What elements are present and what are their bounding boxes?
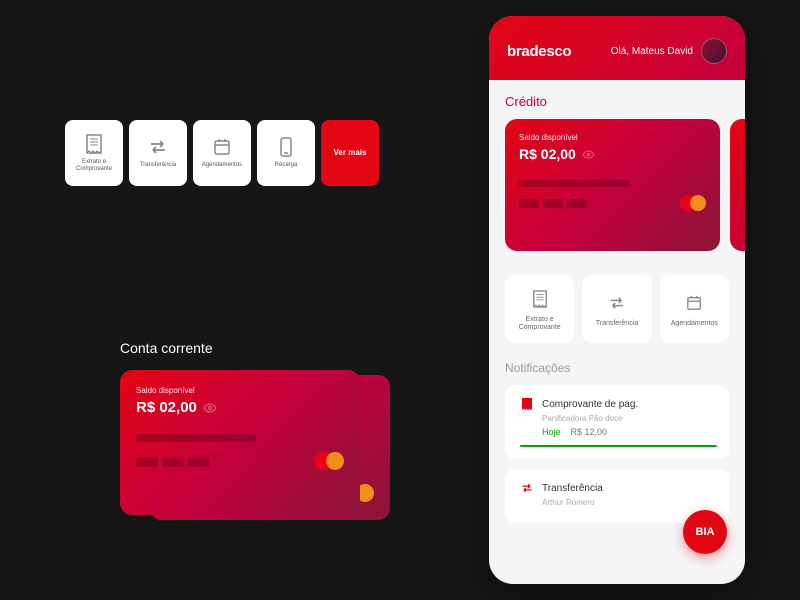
notifications-title: Notificações bbox=[505, 361, 729, 375]
action-label: Transferência bbox=[596, 320, 639, 328]
app-header: bradesco Olá, Mateus David bbox=[489, 16, 745, 80]
mastercard-icon bbox=[314, 452, 344, 472]
action-transferencia[interactable]: Transferência bbox=[129, 120, 187, 186]
notification-amount: R$ 12,00 bbox=[571, 427, 608, 437]
action-label: Extrato e Comprovante bbox=[67, 159, 121, 173]
action-label: Extrato e Comprovante bbox=[509, 316, 570, 333]
action-extrato[interactable]: Extrato e Comprovante bbox=[505, 275, 574, 343]
action-agendamentos[interactable]: Agendamentos bbox=[193, 120, 251, 186]
balance-amount: R$ 02,00 bbox=[136, 399, 197, 416]
receipt-icon bbox=[529, 288, 551, 310]
notification-subtitle: Panificadora Pão doce bbox=[542, 414, 717, 423]
bia-fab-button[interactable]: BIA bbox=[683, 510, 727, 554]
action-agendamentos[interactable]: Agendamentos bbox=[660, 275, 729, 343]
card-carousel[interactable]: Saldo disponível R$ 02,00 bbox=[505, 119, 729, 259]
calendar-icon bbox=[683, 292, 705, 314]
section-title: Conta corrente bbox=[120, 340, 410, 356]
action-transferencia[interactable]: Transferência bbox=[582, 275, 651, 343]
card-stack: Saldo disponível R$ 02,00 bbox=[120, 370, 410, 520]
mastercard-icon bbox=[680, 195, 706, 212]
balance-label: Saldo disponível bbox=[136, 386, 344, 395]
quick-action-row: Extrato e Comprovante Transferência Agen… bbox=[65, 120, 379, 186]
phone-icon bbox=[275, 136, 297, 158]
calendar-icon bbox=[211, 136, 233, 158]
eye-icon[interactable] bbox=[203, 403, 217, 413]
transfer-icon bbox=[520, 481, 534, 495]
phone-frame: bradesco Olá, Mateus David Crédito Saldo… bbox=[489, 16, 745, 584]
notification-title: Comprovante de pag. bbox=[542, 399, 638, 410]
notification-subtitle: Arthur Romero bbox=[542, 498, 717, 507]
action-extrato[interactable]: Extrato e Comprovante bbox=[65, 120, 123, 186]
phone-action-row: Extrato e Comprovante Transferência Agen… bbox=[505, 275, 729, 343]
card-number-mask bbox=[519, 180, 629, 187]
avatar[interactable] bbox=[701, 38, 727, 64]
balance-amount: R$ 02,00 bbox=[519, 146, 576, 162]
credit-card-primary[interactable]: Saldo disponível R$ 02,00 bbox=[120, 370, 360, 515]
eye-icon[interactable] bbox=[582, 150, 595, 159]
action-label: Ver mais bbox=[334, 148, 367, 158]
receipt-icon bbox=[83, 133, 105, 155]
action-recarga[interactable]: Recarga bbox=[257, 120, 315, 186]
credito-title: Crédito bbox=[505, 94, 729, 109]
action-label: Agendamentos bbox=[202, 162, 242, 169]
greeting: Olá, Mateus David bbox=[611, 38, 727, 64]
action-label: Agendamentos bbox=[671, 320, 718, 328]
conta-corrente-section: Conta corrente Saldo disponível R$ 02,00 bbox=[120, 340, 410, 520]
credit-card[interactable]: Saldo disponível R$ 02,00 bbox=[505, 119, 720, 251]
credit-card-peek[interactable] bbox=[730, 119, 745, 251]
transfer-icon bbox=[606, 292, 628, 314]
notification-title: Transferência bbox=[542, 483, 603, 494]
notification-item[interactable]: Comprovante de pag. Panificadora Pão doc… bbox=[505, 385, 729, 459]
action-label: Transferência bbox=[140, 162, 176, 169]
card-number-mask bbox=[136, 434, 256, 442]
receipt-icon bbox=[520, 397, 534, 411]
action-ver-mais[interactable]: Ver mais bbox=[321, 120, 379, 186]
card-details-mask bbox=[519, 199, 587, 208]
progress-bar bbox=[520, 445, 717, 447]
balance-label: Saldo disponível bbox=[519, 133, 706, 142]
transfer-icon bbox=[147, 136, 169, 158]
notification-date: Hoje bbox=[542, 427, 561, 437]
brand-logo: bradesco bbox=[507, 43, 571, 60]
action-label: Recarga bbox=[275, 162, 298, 169]
card-details-mask bbox=[136, 457, 210, 467]
